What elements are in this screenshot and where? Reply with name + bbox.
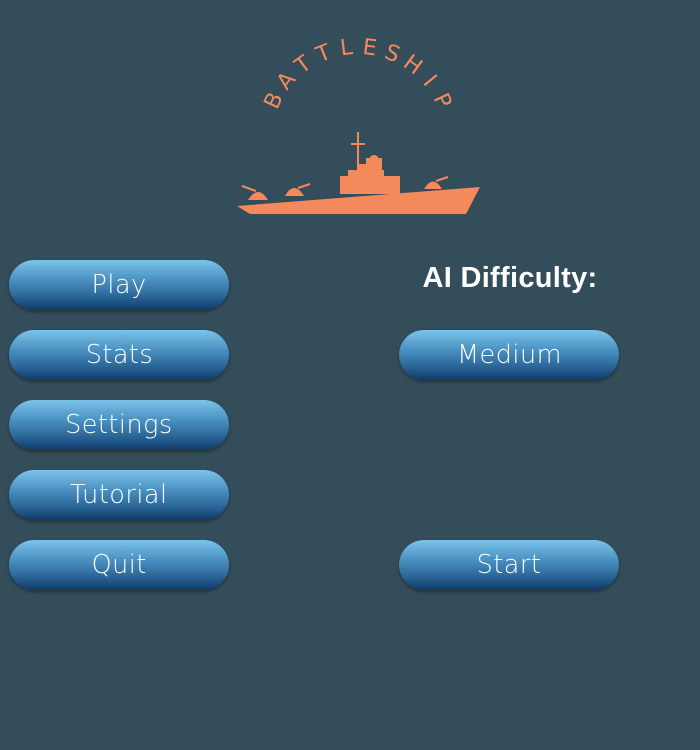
tutorial-button-label: Tutorial — [70, 480, 168, 510]
ai-difficulty-button[interactable]: Medium — [399, 330, 619, 380]
logo-letter: L — [339, 35, 355, 61]
logo-letter: S — [381, 40, 403, 68]
logo-letter: B — [260, 89, 289, 113]
logo-letter: T — [312, 40, 335, 69]
logo-letter: E — [361, 35, 378, 62]
stats-button[interactable]: Stats — [9, 330, 229, 380]
start-button-label: Start — [476, 550, 542, 580]
play-button[interactable]: Play — [9, 260, 229, 310]
start-button[interactable]: Start — [399, 540, 619, 590]
settings-button-label: Settings — [65, 410, 173, 440]
play-button-label: Play — [91, 270, 147, 300]
settings-button[interactable]: Settings — [9, 400, 229, 450]
ai-difficulty-value: Medium — [456, 340, 562, 370]
stats-button-label: Stats — [85, 340, 153, 370]
ai-difficulty-heading: AI Difficulty: — [422, 262, 598, 294]
logo-letter: I — [418, 71, 441, 92]
battleship-icon — [237, 132, 480, 214]
logo-letter: P — [428, 90, 456, 113]
logo-letter: T — [290, 51, 317, 80]
logo-letter: A — [272, 67, 301, 95]
battleship-logo: BATTLESHIP — [230, 30, 490, 220]
tutorial-button[interactable]: Tutorial — [9, 470, 229, 520]
logo-title: BATT L E SHIP — [260, 35, 456, 113]
quit-button-label: Quit — [91, 550, 147, 580]
quit-button[interactable]: Quit — [9, 540, 229, 590]
logo-letter: H — [398, 50, 426, 80]
